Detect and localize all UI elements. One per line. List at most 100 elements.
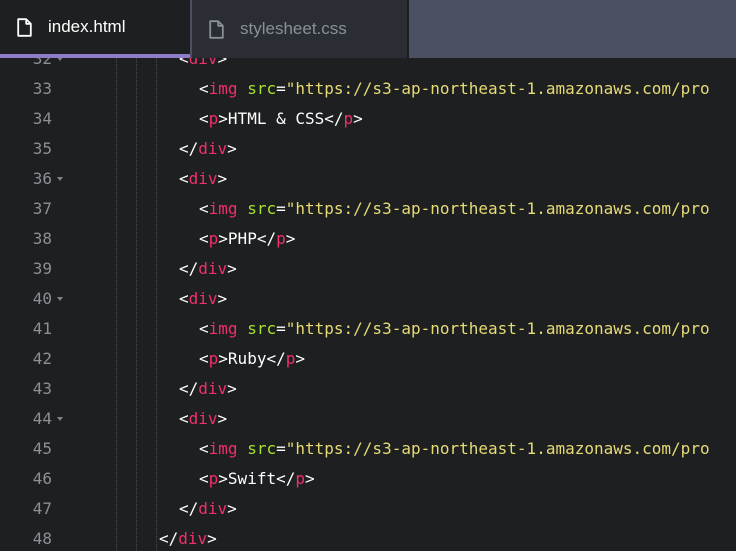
code-line[interactable]: 44 <div> — [0, 404, 736, 434]
code-text: <p>Swift</p> — [199, 464, 315, 494]
tag-name: div — [198, 139, 228, 158]
tag-name: div — [188, 169, 218, 188]
code-text: </div> — [179, 374, 237, 404]
bracket: > — [295, 349, 305, 368]
bracket: > — [227, 139, 237, 158]
attribute-name: src — [247, 199, 277, 218]
code-line[interactable]: 43 </div> — [0, 374, 736, 404]
code-line[interactable]: 39 </div> — [0, 254, 736, 284]
text-content — [238, 319, 248, 338]
text-content: Swift — [227, 469, 277, 488]
tag-name: p — [343, 109, 354, 128]
tag-name: div — [188, 289, 218, 308]
line-number: 34 — [32, 109, 52, 128]
text-content: Ruby — [227, 349, 267, 368]
bracket: < — [199, 319, 209, 338]
tab-stylesheet-css[interactable]: stylesheet.css — [192, 0, 409, 58]
code-text: </div> — [179, 254, 237, 284]
code-text: <img src="https://s3-ap-northeast-1.amaz… — [199, 314, 710, 344]
bracket: </ — [179, 499, 199, 518]
file-icon — [17, 17, 32, 37]
attribute-name: src — [247, 319, 277, 338]
text-content — [238, 199, 248, 218]
code-line[interactable]: 47 </div> — [0, 494, 736, 524]
attribute-value: "https://s3-ap-northeast-1.amazonaws.com… — [285, 439, 710, 458]
code-line[interactable]: 37 <img src="https://s3-ap-northeast-1.am… — [0, 194, 736, 224]
bracket: > — [227, 259, 237, 278]
line-number: 38 — [32, 229, 52, 248]
tag-name: div — [198, 499, 228, 518]
bracket: = — [276, 199, 286, 218]
tab-index-html[interactable]: index.html — [0, 0, 190, 58]
bracket: </ — [179, 259, 199, 278]
code-line[interactable]: 41 <img src="https://s3-ap-northeast-1.am… — [0, 314, 736, 344]
code-line[interactable]: 40 <div> — [0, 284, 736, 314]
tab-bar: index.html stylesheet.css — [0, 0, 736, 58]
bracket: < — [179, 58, 189, 68]
attribute-name: src — [247, 79, 277, 98]
line-number: 40 — [32, 289, 52, 308]
bracket: > — [218, 349, 228, 368]
bracket: < — [199, 439, 209, 458]
code-text: <p>PHP</p> — [199, 224, 295, 254]
tag-name: img — [208, 79, 238, 98]
text-content — [238, 439, 248, 458]
fold-arrow-icon[interactable] — [57, 177, 63, 181]
bracket: < — [199, 79, 209, 98]
bracket: > — [227, 499, 237, 518]
code-text: <div> — [179, 58, 227, 74]
line-number: 39 — [32, 259, 52, 278]
code-line[interactable]: 45 <img src="https://s3-ap-northeast-1.am… — [0, 434, 736, 464]
code-line[interactable]: 34 <p>HTML & CSS</p> — [0, 104, 736, 134]
attribute-name: src — [247, 439, 277, 458]
tag-name: p — [208, 109, 219, 128]
code-text: <p>Ruby</p> — [199, 344, 305, 374]
bracket: > — [353, 109, 363, 128]
code-line[interactable]: 33 <img src="https://s3-ap-northeast-1.am… — [0, 74, 736, 104]
line-number: 33 — [32, 79, 52, 98]
fold-arrow-icon[interactable] — [57, 297, 63, 301]
code-line[interactable]: 46 <p>Swift</p> — [0, 464, 736, 494]
code-text: </div> — [159, 524, 217, 551]
code-editor[interactable]: 32 <div> 33 <img src="https://s3-ap-northea… — [0, 58, 736, 551]
bracket: > — [217, 169, 228, 188]
bracket: > — [218, 229, 228, 248]
line-number: 36 — [32, 169, 52, 188]
tag-name: p — [276, 229, 286, 248]
code-line[interactable]: 32 <div> — [0, 58, 736, 74]
line-number: 41 — [32, 319, 52, 338]
tag-name: div — [178, 529, 208, 548]
bracket: > — [285, 229, 296, 248]
bracket: > — [217, 289, 228, 308]
fold-arrow-icon[interactable] — [57, 417, 63, 421]
tag-name: img — [208, 319, 238, 338]
code-text: <p>HTML & CSS</p> — [199, 104, 363, 134]
code-text: <img src="https://s3-ap-northeast-1.amaz… — [199, 434, 710, 464]
bracket: </ — [324, 109, 344, 128]
code-text: <img src="https://s3-ap-northeast-1.amaz… — [199, 74, 710, 104]
tag-name: img — [208, 439, 238, 458]
line-number: 47 — [32, 499, 52, 518]
tag-name: div — [198, 259, 228, 278]
line-number: 45 — [32, 439, 52, 458]
tag-name: p — [208, 349, 219, 368]
bracket: < — [199, 109, 209, 128]
code-line[interactable]: 38 <p>PHP</p> — [0, 224, 736, 254]
code-line[interactable]: 35 </div> — [0, 134, 736, 164]
code-line[interactable]: 48 </div> — [0, 524, 736, 551]
text-content — [238, 79, 248, 98]
bracket: </ — [256, 229, 277, 248]
code-line[interactable]: 36 <div> — [0, 164, 736, 194]
bracket: = — [276, 439, 286, 458]
bracket: < — [199, 469, 209, 488]
bracket: < — [179, 409, 189, 428]
tag-name: p — [208, 229, 219, 248]
fold-arrow-icon[interactable] — [57, 58, 63, 61]
code-line[interactable]: 42 <p>Ruby</p> — [0, 344, 736, 374]
bracket: > — [217, 409, 228, 428]
attribute-value: "https://s3-ap-northeast-1.amazonaws.com… — [285, 199, 710, 218]
code-text: <div> — [179, 164, 227, 194]
bracket: </ — [266, 349, 286, 368]
code-text: <div> — [179, 404, 227, 434]
code-text: <div> — [179, 284, 227, 314]
